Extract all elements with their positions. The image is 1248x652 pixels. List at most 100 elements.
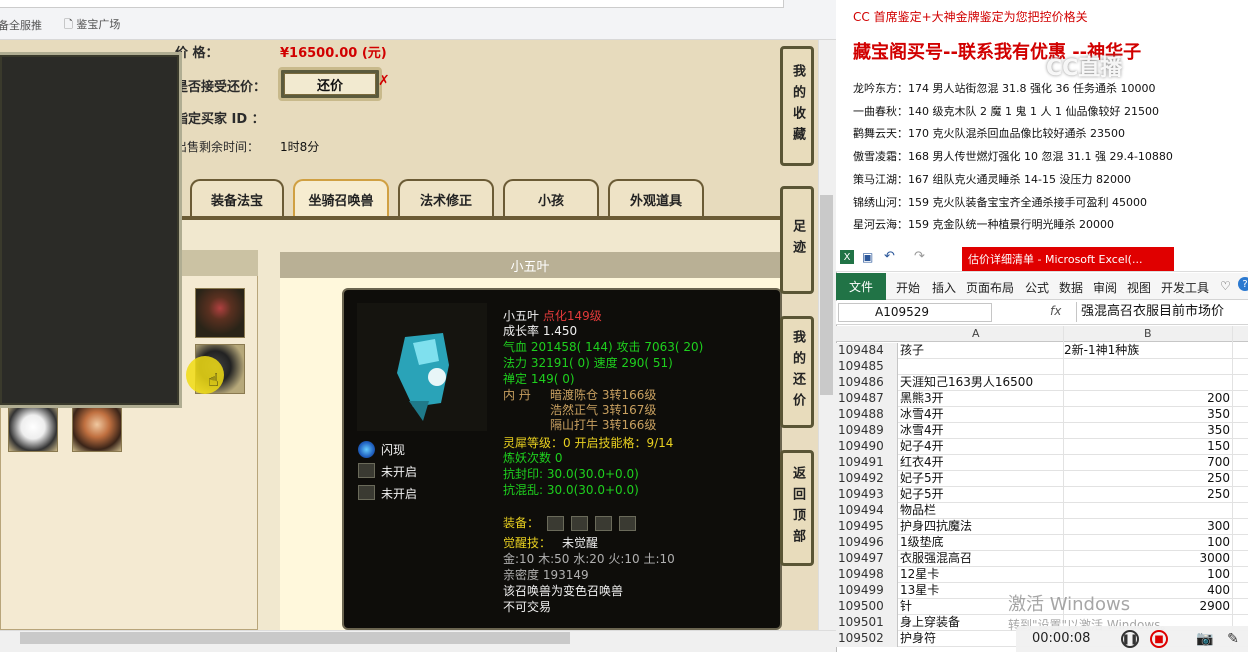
my-counter-offers-button[interactable]: 我的还价: [780, 316, 814, 428]
ribbon-tab-view[interactable]: 视图: [1127, 279, 1151, 296]
cell-b-value: 250: [1207, 471, 1230, 485]
undo-icon[interactable]: ↶: [884, 249, 895, 264]
bookmark-item[interactable]: 备全服推: [0, 17, 42, 33]
pet-elements: 金:10 木:50 水:20 火:10 土:10: [503, 552, 675, 566]
pet-seal-resist: 抗封印: 30.0(30.0+0.0): [503, 467, 639, 481]
redo-icon[interactable]: ↷: [914, 249, 925, 264]
cell-a: 红衣4开: [900, 455, 944, 469]
save-icon[interactable]: ▣: [862, 250, 873, 264]
pet-spirit: 灵犀等级：0 开启技能格：9/14: [503, 436, 674, 450]
equip-slot: [547, 516, 564, 531]
table-row[interactable]: 109491 红衣4开 700: [836, 455, 1248, 471]
row-number: 109498: [836, 567, 898, 583]
table-row[interactable]: 109498 12星卡 100: [836, 567, 1248, 583]
table-row[interactable]: 109486 天涯知己163男人16500: [836, 375, 1248, 391]
ribbon-tab-formulas[interactable]: 公式: [1025, 279, 1049, 296]
table-row[interactable]: 109484 孩子 2新-1神1种族: [836, 343, 1248, 359]
cell-b-value: 100: [1207, 567, 1230, 581]
table-row[interactable]: 109493 妃子5开 250: [836, 487, 1248, 503]
ribbon-tab-layout[interactable]: 页面布局: [966, 279, 1014, 296]
row-number: 109499: [836, 583, 898, 599]
notes-line: 锦绣山河：159 克火队装备宝宝齐全通杀接手可盈利 45000: [853, 196, 1147, 209]
pet-tag: 点化149级: [542, 309, 602, 323]
cell-a: 衣服强混高召: [900, 551, 973, 565]
table-row[interactable]: 109489 冰雪4开 350: [836, 423, 1248, 439]
pause-icon[interactable]: ❚❚: [1121, 630, 1139, 648]
cell-a: 身上穿装备: [900, 615, 961, 629]
ribbon-tab-data[interactable]: 数据: [1059, 279, 1083, 296]
formula-input[interactable]: 强混高召衣服目前市场价: [1076, 302, 1248, 322]
ribbon-tab-developer[interactable]: 开发工具: [1161, 279, 1209, 296]
table-row[interactable]: 109495 护身四抗魔法 300: [836, 519, 1248, 535]
column-header-a[interactable]: A: [972, 327, 980, 340]
table-row[interactable]: 109497 衣服强混高召 3000: [836, 551, 1248, 567]
pet-thumbnail[interactable]: [8, 402, 58, 452]
tab-mount-summon[interactable]: 坐骑召唤兽: [293, 179, 389, 217]
cell-b-value: 100: [1207, 535, 1230, 549]
file-tab[interactable]: 文件: [836, 273, 886, 300]
scrollbar-thumb[interactable]: [20, 632, 570, 644]
table-row[interactable]: 109496 1级垫底 100: [836, 535, 1248, 551]
stop-icon[interactable]: ■: [1150, 630, 1168, 648]
table-row[interactable]: 109487 黑熊3开 200: [836, 391, 1248, 407]
buyer-id-label: 指定买家 ID ：: [175, 112, 265, 127]
column-headers: [836, 326, 1248, 342]
pencil-icon[interactable]: ✎: [1224, 630, 1242, 648]
sidebar-label: 我的还价: [790, 330, 805, 414]
row-number: 109495: [836, 519, 898, 535]
row-number: 109496: [836, 535, 898, 551]
locked-skill-icon: [358, 463, 375, 478]
row-number: 109484: [836, 343, 898, 359]
ribbon-tab-review[interactable]: 审阅: [1093, 279, 1117, 296]
cell-b-value: 2900: [1199, 599, 1230, 613]
fx-icon[interactable]: fx: [1050, 304, 1061, 318]
table-row[interactable]: 109490 妃子4开 150: [836, 439, 1248, 455]
name-box[interactable]: A109529: [838, 303, 992, 322]
table-row[interactable]: 109488 冰雪4开 350: [836, 407, 1248, 423]
table-row[interactable]: 109494 物品栏: [836, 503, 1248, 519]
row-number: 109490: [836, 439, 898, 455]
address-bar[interactable]: [0, 0, 784, 8]
camera-icon[interactable]: 📷: [1196, 630, 1214, 648]
awaken-label: 觉醒技：: [503, 536, 552, 550]
cell-a: 妃子5开: [900, 487, 944, 501]
bookmark-label: 鉴宝广场: [76, 18, 121, 31]
neidan-item: 隔山打牛 3转166级: [550, 418, 657, 432]
pet-thumbnail[interactable]: [72, 402, 122, 452]
cell-a: 冰雪4开: [900, 423, 944, 437]
tab-appearance[interactable]: 外观道具: [608, 179, 704, 217]
equip-label: 装备：: [503, 516, 540, 530]
help-icon[interactable]: ?: [1238, 277, 1248, 291]
table-row[interactable]: 109485: [836, 359, 1248, 375]
footprint-button[interactable]: 足迹: [780, 186, 814, 294]
windows-activation-watermark: 激活 Windows: [1008, 594, 1131, 615]
cell-b-value: 400: [1207, 583, 1230, 597]
tab-spell[interactable]: 法术修正: [398, 179, 494, 217]
column-header-b[interactable]: B: [1144, 327, 1152, 340]
cell-a: 护身符: [900, 631, 937, 645]
table-row[interactable]: 109492 妃子5开 250: [836, 471, 1248, 487]
equip-slot: [619, 516, 636, 531]
tab-child[interactable]: 小孩: [503, 179, 599, 217]
pet-panel-title: 小五叶: [280, 252, 780, 278]
pet-mp-speed: 法力 32191( 0) 速度 290( 51): [503, 356, 673, 370]
column-gridline: [1232, 326, 1233, 652]
chevron-down-icon[interactable]: ♡: [1220, 279, 1231, 293]
pet-zen: 禅定 149( 0): [503, 372, 575, 386]
locked-skill-icon: [358, 485, 375, 500]
my-favorites-button[interactable]: 我的收藏: [780, 46, 814, 166]
scrollbar-thumb[interactable]: [820, 195, 833, 395]
counter-offer-button[interactable]: 还价: [278, 67, 382, 101]
back-to-top-button[interactable]: 返回顶部: [780, 450, 814, 566]
row-number: 109494: [836, 503, 898, 519]
pet-thumbnail[interactable]: [195, 288, 245, 338]
ribbon-tab-home[interactable]: 开始: [896, 279, 920, 296]
ribbon-tab-insert[interactable]: 插入: [932, 279, 956, 296]
awaken-value: 未觉醒: [562, 536, 599, 550]
price-value: ¥16500.00 (元): [280, 46, 387, 61]
row-number: 109487: [836, 391, 898, 407]
bookmark-item[interactable]: 🗋 鉴宝广场: [64, 16, 120, 35]
tab-equipment[interactable]: 装备法宝: [190, 179, 284, 217]
notes-line: 策马江湖：167 组队克火通灵睡杀 14-15 没压力 82000: [853, 173, 1131, 186]
overlay-panel: [0, 52, 182, 408]
